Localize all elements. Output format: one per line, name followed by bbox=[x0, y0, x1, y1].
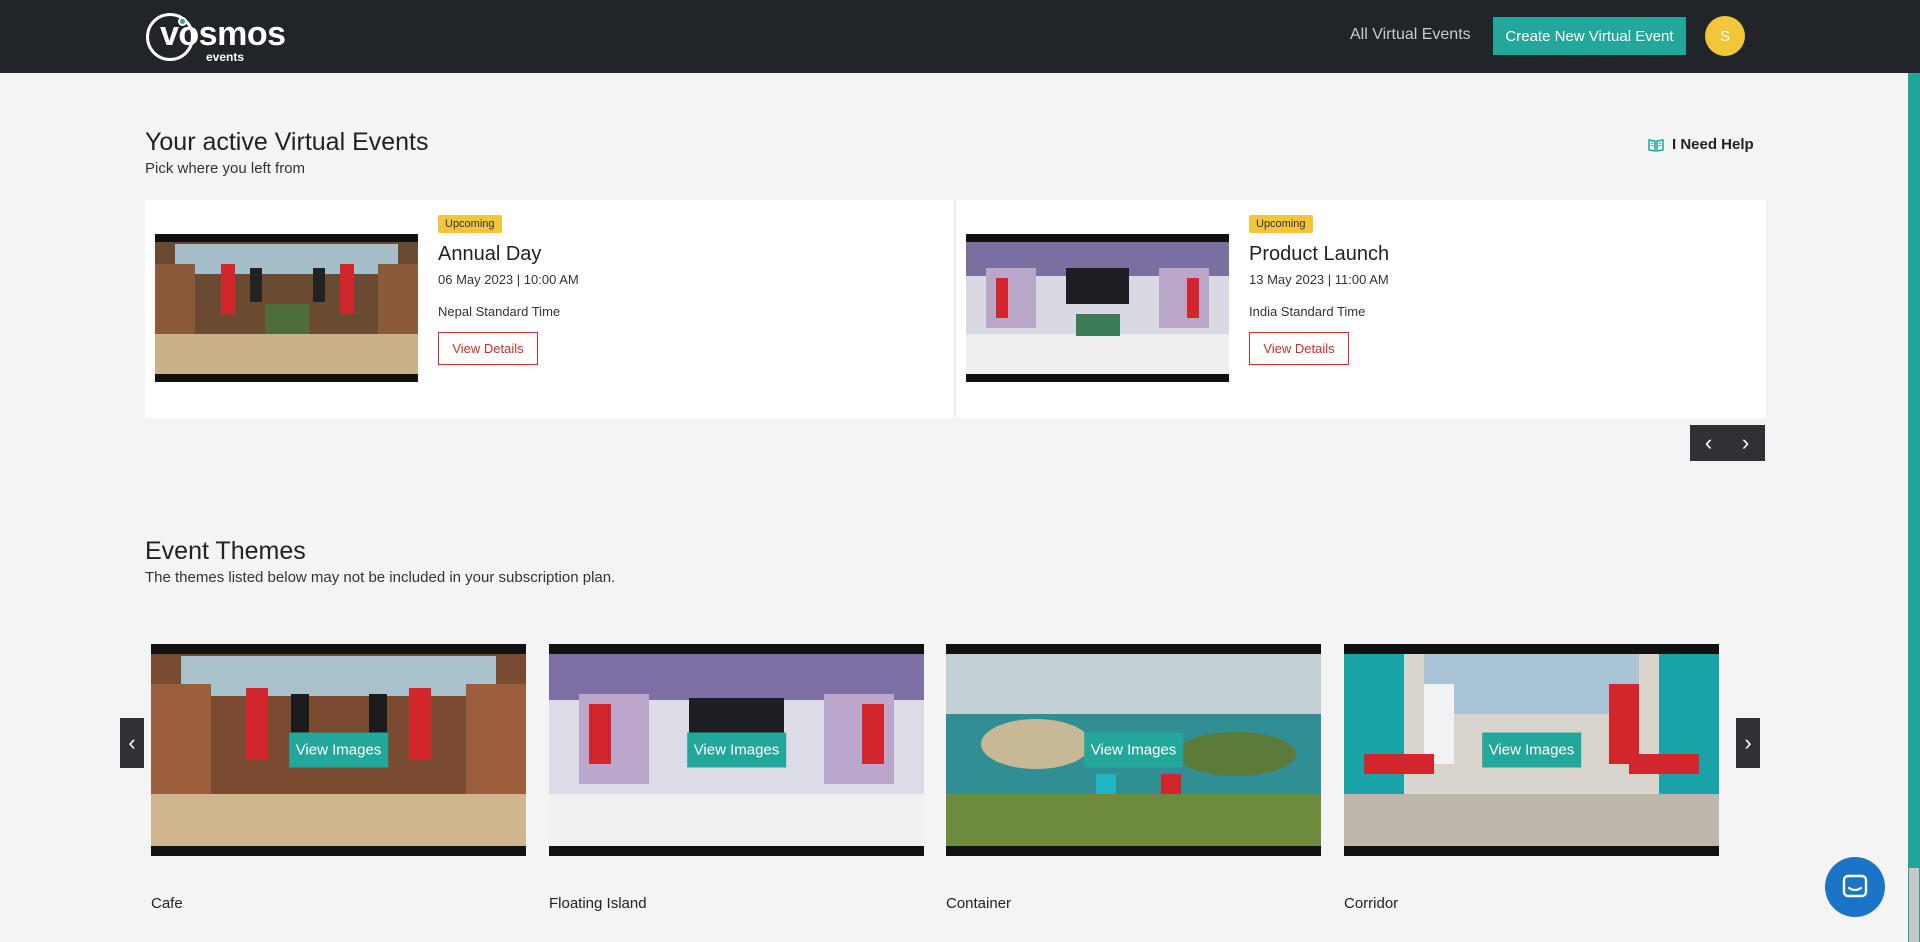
event-card: Upcoming Product Launch 13 May 2023 | 11… bbox=[956, 200, 1766, 418]
theme-card: View Images Floating Island bbox=[549, 644, 924, 912]
event-title: Annual Day bbox=[438, 243, 542, 265]
event-themes-subtitle: The themes listed below may not be inclu… bbox=[145, 569, 616, 586]
chevron-left-icon[interactable]: ‹ bbox=[1690, 425, 1727, 461]
event-title: Product Launch bbox=[1249, 243, 1390, 265]
right-edge-accent bbox=[1908, 73, 1920, 942]
theme-card: View Images Corridor bbox=[1344, 644, 1719, 912]
event-card: Upcoming Annual Day 06 May 2023 | 10:00 … bbox=[145, 200, 955, 418]
event-datetime: 13 May 2023 | 11:00 AM bbox=[1249, 272, 1389, 287]
view-images-button[interactable]: View Images bbox=[1083, 732, 1184, 768]
logo-subtitle: events bbox=[206, 50, 245, 64]
theme-name: Cafe bbox=[151, 895, 183, 912]
active-events-subtitle: Pick where you left from bbox=[145, 160, 306, 177]
logo-dot bbox=[178, 17, 187, 26]
theme-preview-image: View Images bbox=[151, 644, 526, 856]
chat-launcher-button[interactable] bbox=[1825, 857, 1885, 917]
event-thumbnail bbox=[966, 234, 1229, 382]
theme-name: Container bbox=[946, 895, 1012, 912]
theme-card: View Images Container bbox=[946, 644, 1321, 912]
view-details-button[interactable]: View Details bbox=[1249, 332, 1349, 365]
themes-next-chevron-right-icon[interactable]: › bbox=[1736, 718, 1760, 768]
themes-prev-chevron-left-icon[interactable]: ‹ bbox=[120, 718, 144, 768]
event-timezone: India Standard Time bbox=[1249, 304, 1366, 319]
top-navigation-bar: vosmos events All Virtual Events Create … bbox=[0, 0, 1920, 73]
event-themes-title: Event Themes bbox=[145, 537, 306, 565]
create-new-virtual-event-button[interactable]: Create New Virtual Event bbox=[1493, 17, 1686, 55]
all-virtual-events-link[interactable]: All Virtual Events bbox=[1350, 26, 1471, 44]
theme-preview-image: View Images bbox=[549, 644, 924, 856]
event-datetime: 06 May 2023 | 10:00 AM bbox=[438, 272, 579, 287]
scrollbar-thumb[interactable] bbox=[1909, 868, 1919, 942]
view-images-button[interactable]: View Images bbox=[686, 732, 787, 768]
event-info: Upcoming Annual Day 06 May 2023 | 10:00 … bbox=[438, 214, 579, 365]
theme-name: Floating Island bbox=[549, 895, 647, 912]
theme-card: View Images Cafe bbox=[151, 644, 526, 912]
event-thumbnail bbox=[155, 234, 418, 382]
book-icon bbox=[1648, 137, 1664, 153]
user-avatar[interactable]: S bbox=[1705, 16, 1745, 56]
theme-preview-image: View Images bbox=[1344, 644, 1719, 856]
status-badge: Upcoming bbox=[1249, 215, 1313, 233]
view-images-button[interactable]: View Images bbox=[1481, 732, 1582, 768]
theme-preview-image: View Images bbox=[946, 644, 1321, 856]
chat-icon bbox=[1842, 874, 1868, 898]
need-help-label: I Need Help bbox=[1672, 136, 1754, 153]
status-badge: Upcoming bbox=[438, 215, 502, 233]
view-images-button[interactable]: View Images bbox=[288, 732, 389, 768]
active-events-carousel: Upcoming Annual Day 06 May 2023 | 10:00 … bbox=[145, 200, 1766, 418]
chevron-right-icon[interactable]: › bbox=[1727, 425, 1764, 461]
need-help-link[interactable]: I Need Help bbox=[1648, 136, 1754, 153]
theme-name: Corridor bbox=[1344, 895, 1399, 912]
event-info: Upcoming Product Launch 13 May 2023 | 11… bbox=[1249, 214, 1389, 365]
view-details-button[interactable]: View Details bbox=[438, 332, 538, 365]
events-pager: ‹ › bbox=[1690, 425, 1765, 461]
event-timezone: Nepal Standard Time bbox=[438, 304, 561, 319]
active-events-title: Your active Virtual Events bbox=[145, 128, 429, 156]
